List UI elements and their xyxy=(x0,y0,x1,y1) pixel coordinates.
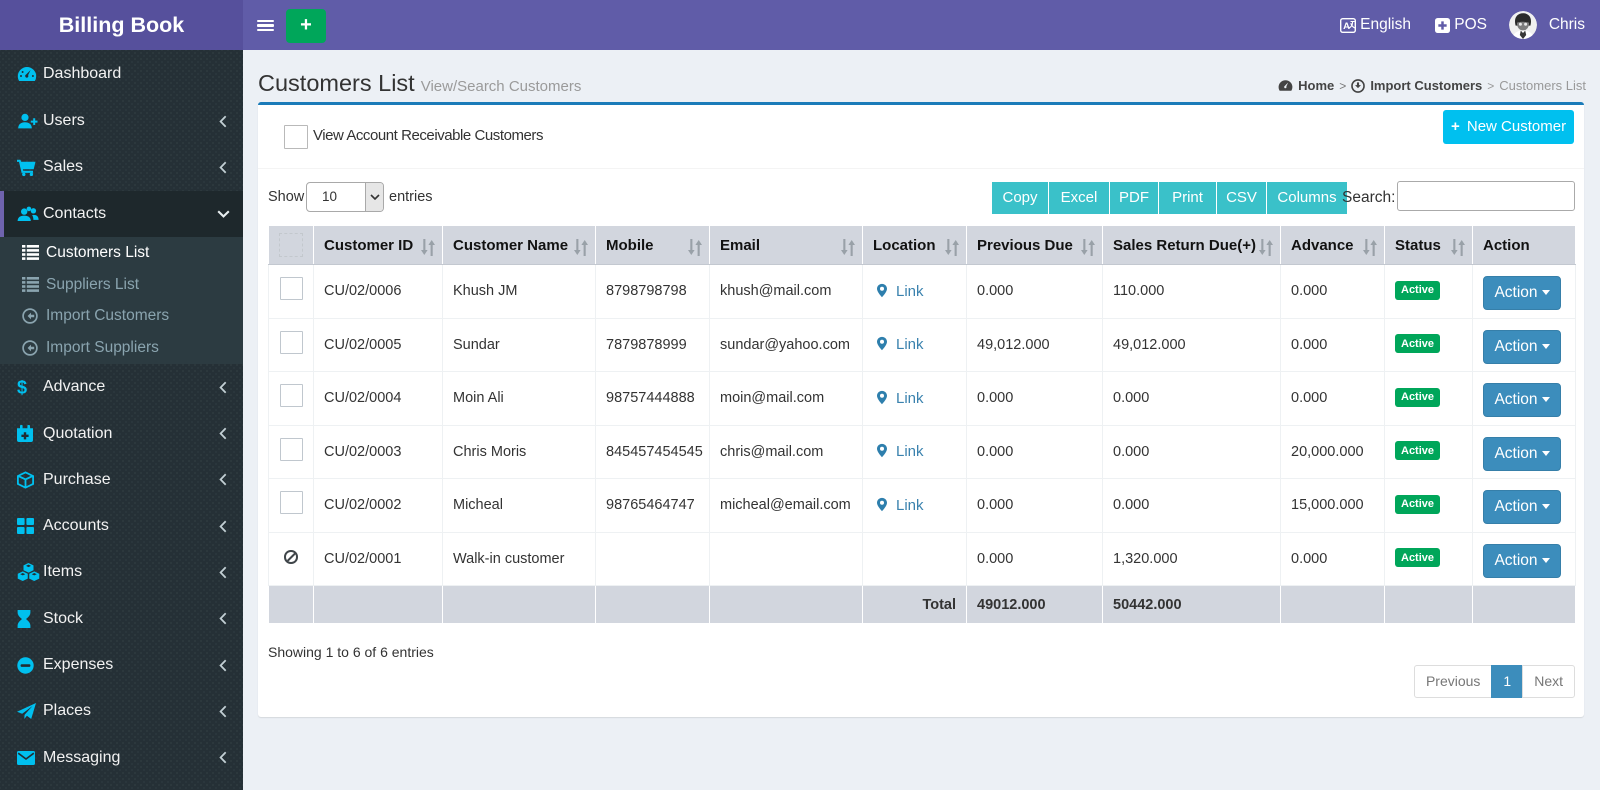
svg-text:$: $ xyxy=(17,378,27,397)
svg-text:A: A xyxy=(1343,21,1350,32)
